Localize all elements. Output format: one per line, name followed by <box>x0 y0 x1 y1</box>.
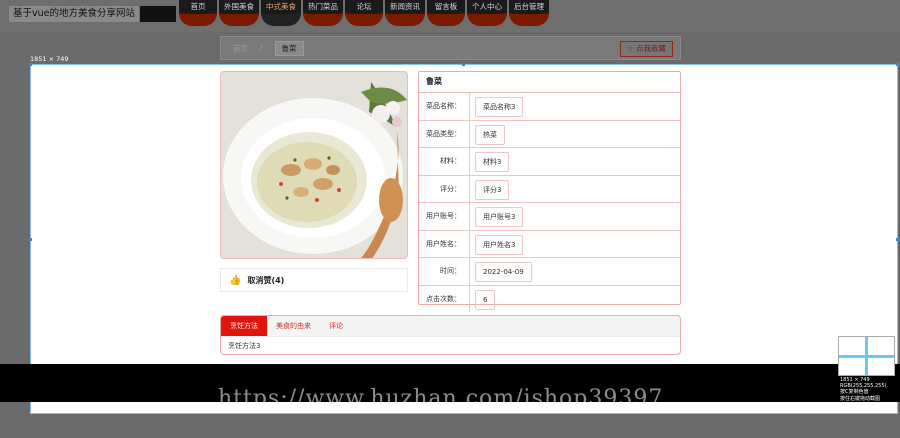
screenshot-size-label: 1851 × 749 <box>30 55 69 63</box>
site-title[interactable]: 基于vue的地方美食分享网站 <box>9 6 139 22</box>
info-label: 菜品名称： <box>426 102 461 111</box>
watermark-text: https://www.huzhan.com/ishop39397 <box>218 386 664 411</box>
dish-photo <box>220 71 408 259</box>
dish-info-card: 鲁菜 菜品名称： 菜品名称3 菜品类型： 热菜 材料： 材料3 评分： 评分3 … <box>418 71 681 312</box>
nav-item-forum[interactable]: 论坛 <box>345 0 383 26</box>
selection-handle-tl[interactable] <box>29 63 32 66</box>
info-label: 用户账号： <box>426 212 461 221</box>
nav-item-message-board[interactable]: 留言板 <box>427 0 465 26</box>
nav-item-foreign-food[interactable]: 外国美食 <box>219 0 259 26</box>
info-row-username: 用户姓名： 用户姓名3 <box>419 230 680 258</box>
info-label: 评分： <box>440 184 461 193</box>
detail-tabs: 烹饪方法 美食的由来 评论 烹饪方法3 <box>220 315 681 355</box>
nav-item-chinese-food[interactable]: 中式美食 <box>261 0 301 26</box>
nav-item-news[interactable]: 新闻资讯 <box>385 0 425 26</box>
thumbs-up-icon: 👍 <box>229 274 242 286</box>
row-divider <box>469 93 470 120</box>
header-dark-block <box>140 6 176 22</box>
crosshair-vertical <box>865 337 868 375</box>
info-row-time: 时间： 2022-04-09 <box>419 258 680 286</box>
nav-item-hot-dishes[interactable]: 热门菜品 <box>303 0 343 26</box>
nav-item-home[interactable]: 首页 <box>179 0 217 26</box>
info-row-type: 菜品类型： 热菜 <box>419 120 680 148</box>
selection-handle-right[interactable] <box>896 238 899 241</box>
magnifier-hint-drag: 按住右键拖动截图 <box>840 395 881 402</box>
magnifier-info: 1851 × 749 RGB(255,255,255) 按C复制色值 按住右键拖… <box>840 377 887 402</box>
main-nav: 首页 外国美食 中式美食 热门菜品 论坛 新闻资讯 留言板 个人中心 后台管理 <box>179 0 549 28</box>
info-value: 用户账号3 <box>475 207 524 227</box>
breadcrumb-separator: / <box>260 43 263 52</box>
info-label: 材料： <box>440 157 461 166</box>
magnifier-preview <box>838 336 895 376</box>
tab-bar: 烹饪方法 美食的由来 评论 <box>221 316 680 337</box>
breadcrumb-home[interactable]: 首页 <box>233 43 248 56</box>
breadcrumb-bar: 首页 / 鲁菜 ☆ 点我收藏 <box>220 36 681 60</box>
info-row-account: 用户账号： 用户账号3 <box>419 203 680 231</box>
unlike-button[interactable]: 👍 取消赞(4) <box>220 268 408 292</box>
dish-photo-image <box>221 72 407 258</box>
info-row-clicks: 点击次数： 6 <box>419 285 680 312</box>
nav-item-admin[interactable]: 后台管理 <box>509 0 549 26</box>
breadcrumb-current: 鲁菜 <box>274 41 304 56</box>
info-value: 热菜 <box>475 124 505 145</box>
info-label: 菜品类型： <box>426 129 461 138</box>
info-label: 时间： <box>440 267 461 276</box>
unlike-label: 取消赞(4) <box>247 275 285 285</box>
tab-comments[interactable]: 评论 <box>320 316 352 336</box>
tab-cooking-method[interactable]: 烹饪方法 <box>221 316 267 336</box>
row-divider <box>469 285 470 312</box>
row-divider <box>469 230 470 257</box>
favorite-button[interactable]: ☆ 点我收藏 <box>619 41 673 57</box>
selection-handle-left[interactable] <box>29 238 32 241</box>
dish-info-header: 鲁菜 <box>419 72 680 93</box>
info-row-material: 材料： 材料3 <box>419 148 680 176</box>
breadcrumb: 首页 / 鲁菜 <box>233 41 304 56</box>
info-value: 材料3 <box>475 152 510 172</box>
info-value: 菜品名称3 <box>475 97 524 117</box>
row-divider <box>469 258 470 285</box>
row-divider <box>469 120 470 147</box>
info-value: 用户姓名3 <box>475 234 524 255</box>
info-label: 用户姓名： <box>426 239 461 248</box>
info-label: 点击次数： <box>426 294 461 303</box>
info-value: 2022-04-09 <box>475 262 532 282</box>
info-row-name: 菜品名称： 菜品名称3 <box>419 93 680 121</box>
nav-item-personal-center[interactable]: 个人中心 <box>467 0 507 26</box>
info-value: 6 <box>475 289 496 310</box>
row-divider <box>469 175 470 202</box>
row-divider <box>469 148 470 175</box>
info-row-rating: 评分： 评分3 <box>419 175 680 203</box>
selection-handle-top[interactable] <box>462 63 465 66</box>
selection-handle-tr[interactable] <box>896 63 899 66</box>
info-value: 评分3 <box>475 179 510 200</box>
row-divider <box>469 203 470 230</box>
tab-food-origin[interactable]: 美食的由来 <box>267 316 320 336</box>
tab-content: 烹饪方法3 <box>228 342 261 350</box>
